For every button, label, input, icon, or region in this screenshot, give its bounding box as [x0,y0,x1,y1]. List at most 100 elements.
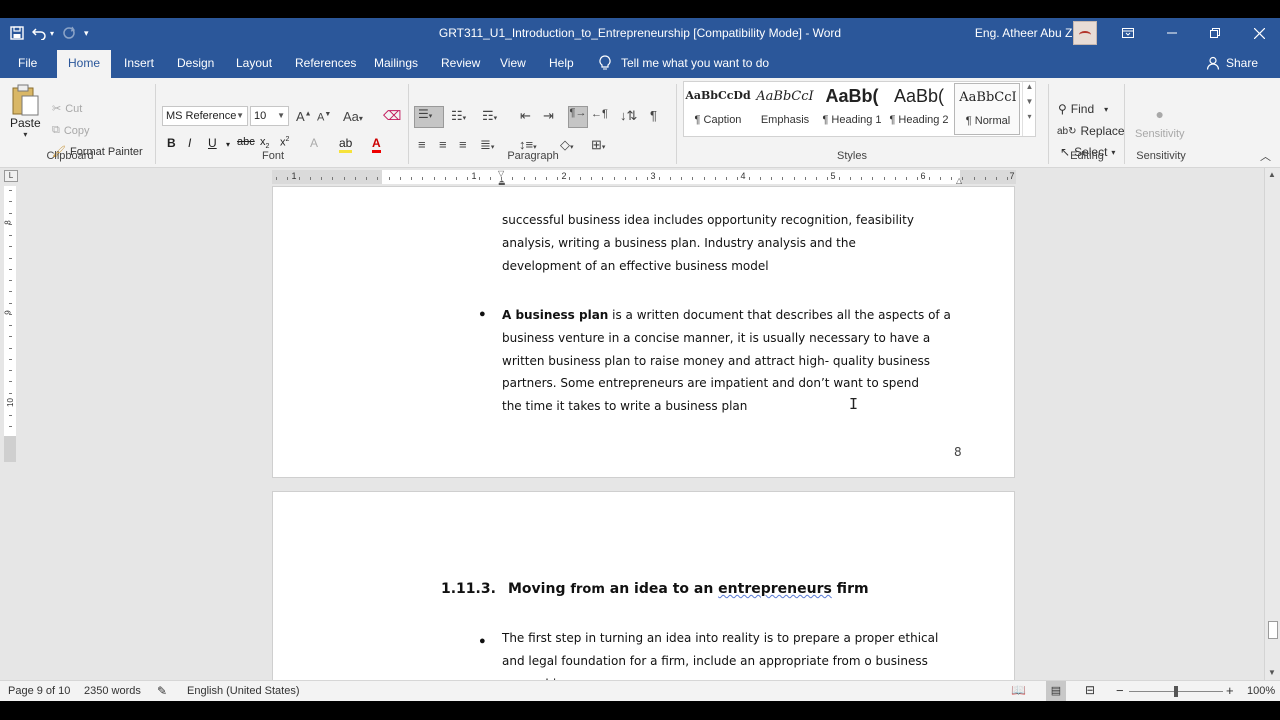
clear-formatting-icon[interactable]: ⌫ [383,108,401,124]
replace-button[interactable]: ab↻ Replace [1057,124,1125,138]
web-layout-icon[interactable]: ⊟ [1085,683,1095,697]
ruler-tick [591,177,592,180]
multilevel-list-icon[interactable]: ☶▾ [482,108,497,124]
paste-button[interactable]: Paste ▾ [10,84,41,139]
proofing-icon[interactable]: ✎ [157,684,167,698]
style-normal[interactable]: AaBbCcI ¶ Normal [954,83,1020,135]
sensitivity-button[interactable]: ● Sensitivity [1135,106,1185,140]
zoom-out-icon[interactable]: − [1116,683,1124,698]
align-right-icon[interactable]: ≡ [459,137,467,152]
styles-gallery: AaBbCcDd ¶ Caption AaBbCcI Emphasis AaBb… [683,81,1036,137]
underline-dropdown-icon[interactable]: ▾ [226,140,230,149]
clipboard-icon [12,84,39,116]
italic-icon[interactable]: I [188,136,191,150]
increase-indent-icon[interactable]: ⇥ [543,108,554,124]
zoom-in-icon[interactable]: + [1226,683,1234,698]
justify-icon[interactable]: ≣▾ [480,137,494,153]
language[interactable]: English (United States) [187,685,300,697]
font-size-dropdown[interactable]: 10 ▼ [250,106,289,126]
page-9[interactable]: 1.11.3. Moving from an idea to an entrep… [272,491,1015,680]
scroll-up-icon[interactable]: ▲ [1268,170,1276,179]
scroll-thumb[interactable] [1268,621,1278,639]
cut-button[interactable]: ✂ Cut [52,102,82,116]
print-layout-icon[interactable]: ▤ [1046,681,1066,701]
subscript-icon[interactable]: x2 [260,136,269,150]
tab-references[interactable]: References [289,48,362,78]
change-case-button[interactable]: Aa▾ [343,109,363,124]
text-run: is a written document that describes all… [608,308,951,322]
tab-home[interactable]: Home [57,50,112,78]
sort-icon[interactable]: ↓⇅ [620,108,637,124]
ruler-tick [309,177,311,180]
scroll-down-icon[interactable]: ▼ [1268,668,1276,677]
collapse-ribbon-icon[interactable]: ︿ [1260,148,1271,164]
styles-scroll[interactable]: ▲ ▼ ▾ [1022,82,1036,136]
style-heading-2[interactable]: AaBb( ¶ Heading 2 [886,83,952,135]
bold-icon[interactable]: B [167,136,176,150]
ruler-tick [714,177,716,180]
share-button[interactable]: Share [1206,48,1258,78]
restore-icon[interactable] [1193,18,1237,48]
rtl-direction-icon[interactable]: ←¶ [591,108,608,120]
align-center-icon[interactable]: ≡ [439,137,447,152]
shrink-font-icon[interactable]: A▼ [317,111,331,124]
ruler-tick [388,177,390,180]
tab-layout[interactable]: Layout [230,48,278,78]
numbering-icon[interactable]: ☷▾ [451,108,466,124]
tab-selector[interactable]: L [4,170,18,182]
first-line-indent-marker[interactable]: ▽ [498,169,504,178]
tell-me-search[interactable]: Tell me what you want to do [599,48,769,78]
tab-review[interactable]: Review [435,48,486,78]
ruler-tick [951,177,952,180]
text-effects-icon[interactable]: A [310,136,318,150]
highlight-icon[interactable]: ab [339,136,353,153]
scroll-down-icon[interactable]: ▼ [1023,97,1036,106]
zoom-slider-thumb[interactable] [1174,686,1178,697]
horizontal-ruler[interactable]: 1 1 2 3 4 5 6 7 ▽ ⏏ △ [272,169,1016,187]
font-name-dropdown[interactable]: MS Reference ▼ [162,106,248,126]
grow-font-icon[interactable]: A▲ [296,109,312,124]
tab-help[interactable]: Help [543,48,580,78]
ruler-tick [9,325,12,326]
sensitivity-button-label: Sensitivity [1135,128,1185,140]
bullets-icon[interactable]: ☰▾ [414,106,444,128]
strikethrough-icon[interactable]: abc [237,136,255,148]
word-count[interactable]: 2350 words [84,685,141,697]
right-indent-marker[interactable]: △ [956,176,962,185]
ltr-direction-icon[interactable]: ¶→ [568,106,588,128]
style-name: ¶ Normal [965,115,1011,127]
style-heading-1[interactable]: AaBb( ¶ Heading 1 [819,83,885,135]
style-emphasis[interactable]: AaBbCcI Emphasis [752,83,818,135]
tab-design[interactable]: Design [171,48,220,78]
ruler-tick [636,177,637,180]
borders-icon[interactable]: ⊞▾ [591,137,605,153]
avatar[interactable] [1073,21,1097,45]
font-color-icon[interactable]: A [372,136,381,153]
tab-mailings[interactable]: Mailings [368,48,424,78]
scroll-up-icon[interactable]: ▲ [1023,82,1036,91]
style-caption[interactable]: AaBbCcDd ¶ Caption [685,83,751,135]
text-line: ownership [502,673,962,680]
decrease-indent-icon[interactable]: ⇤ [520,108,531,124]
ribbon-display-options-icon[interactable] [1106,18,1150,48]
read-mode-icon[interactable]: 📖 [1011,683,1026,697]
find-button[interactable]: ⚲ Find ▾ [1058,102,1108,116]
tab-view[interactable]: View [494,48,532,78]
text-line: successful business idea includes opport… [502,213,914,227]
close-icon[interactable] [1237,18,1280,48]
zoom-level[interactable]: 100% [1247,685,1275,697]
show-marks-icon[interactable]: ¶ [650,108,657,123]
vertical-ruler[interactable]: 8 9 10 [4,186,16,436]
superscript-icon[interactable]: x2 [280,136,289,149]
page-count[interactable]: Page 9 of 10 [8,685,70,697]
page-8[interactable]: successful business idea includes opport… [272,186,1015,478]
tab-file[interactable]: File [12,48,43,78]
more-styles-icon[interactable]: ▾ [1023,112,1036,121]
align-left-icon[interactable]: ≡ [418,137,426,152]
vertical-scrollbar[interactable]: ▲ ▼ [1264,168,1280,680]
minimize-icon[interactable] [1150,18,1194,48]
underline-icon[interactable]: U [208,136,217,150]
ruler-tick [444,177,446,180]
tab-insert[interactable]: Insert [118,48,160,78]
copy-button[interactable]: ⧉ Copy [52,124,90,137]
